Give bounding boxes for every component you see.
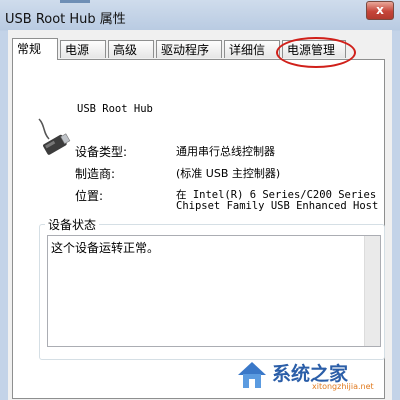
tab-power-management[interactable]: 电源管理 [282, 40, 346, 58]
device-type-value: 通用串行总线控制器 [176, 145, 275, 158]
device-status-title: 设备状态 [45, 216, 100, 233]
location-label: 位置: [75, 189, 104, 203]
tab-advanced[interactable]: 高级 [108, 40, 154, 58]
usb-plug-icon [38, 118, 71, 155]
site-watermark: 系统之家 xitongzhijia.net [232, 355, 398, 395]
device-status-text: 这个设备运转正常。 [51, 241, 160, 255]
house-logo-icon [238, 362, 266, 388]
tab-power[interactable]: 电源 [60, 40, 106, 58]
dialog-client: 常规 电源 高级 驱动程序 详细信息 电源管理 USB Root Hub 设备类… [8, 30, 392, 400]
general-tab-panel: USB Root Hub 设备类型: 通用串行总线控制器 制造商: (标准 US… [12, 59, 385, 399]
tab-strip: 常规 电源 高级 驱动程序 详细信息 电源管理 [12, 37, 392, 75]
title-bar: USB Root Hub 属性 x [0, 0, 400, 30]
close-button[interactable]: x [366, 1, 394, 20]
tab-general[interactable]: 常规 [12, 38, 58, 60]
location-value-line2: Chipset Family USB Enhanced Host [176, 200, 379, 212]
tab-details[interactable]: 详细信息 [224, 40, 280, 75]
tab-driver[interactable]: 驱动程序 [156, 40, 222, 58]
device-status-textbox[interactable]: 这个设备运转正常。 [47, 235, 381, 347]
window-frame: USB Root Hub 属性 x 常规 电源 高级 驱动程序 详细信息 电源管… [0, 0, 400, 400]
manufacturer-label: 制造商: [75, 167, 116, 181]
device-name: USB Root Hub [77, 103, 153, 115]
device-type-label: 设备类型: [75, 145, 128, 159]
window-title: USB Root Hub 属性 [5, 12, 126, 27]
watermark-url: xitongzhijia.net [312, 382, 374, 391]
status-scrollbar[interactable] [364, 236, 380, 346]
manufacturer-value: (标准 USB 主控制器) [176, 167, 281, 180]
